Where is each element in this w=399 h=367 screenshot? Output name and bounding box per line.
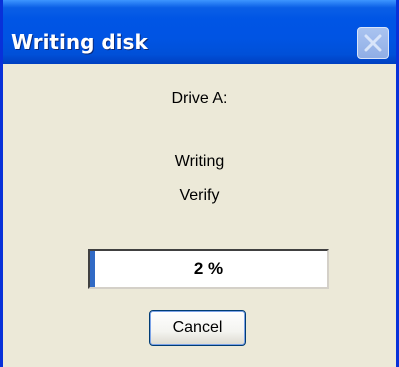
- cancel-button[interactable]: Cancel: [149, 310, 246, 346]
- title-bar[interactable]: Writing disk: [3, 0, 396, 64]
- close-button[interactable]: [357, 27, 389, 59]
- close-icon: [364, 34, 382, 52]
- status-verify: Verify: [179, 187, 220, 204]
- writing-disk-dialog: Writing disk Drive A: Writing Verify 2 %…: [0, 0, 399, 367]
- status-writing: Writing: [174, 153, 225, 170]
- window-title: Writing disk: [11, 30, 148, 54]
- progress-bar: 2 %: [88, 249, 329, 289]
- drive-label: Drive A:: [171, 90, 228, 107]
- progress-percent: 2 %: [193, 259, 224, 278]
